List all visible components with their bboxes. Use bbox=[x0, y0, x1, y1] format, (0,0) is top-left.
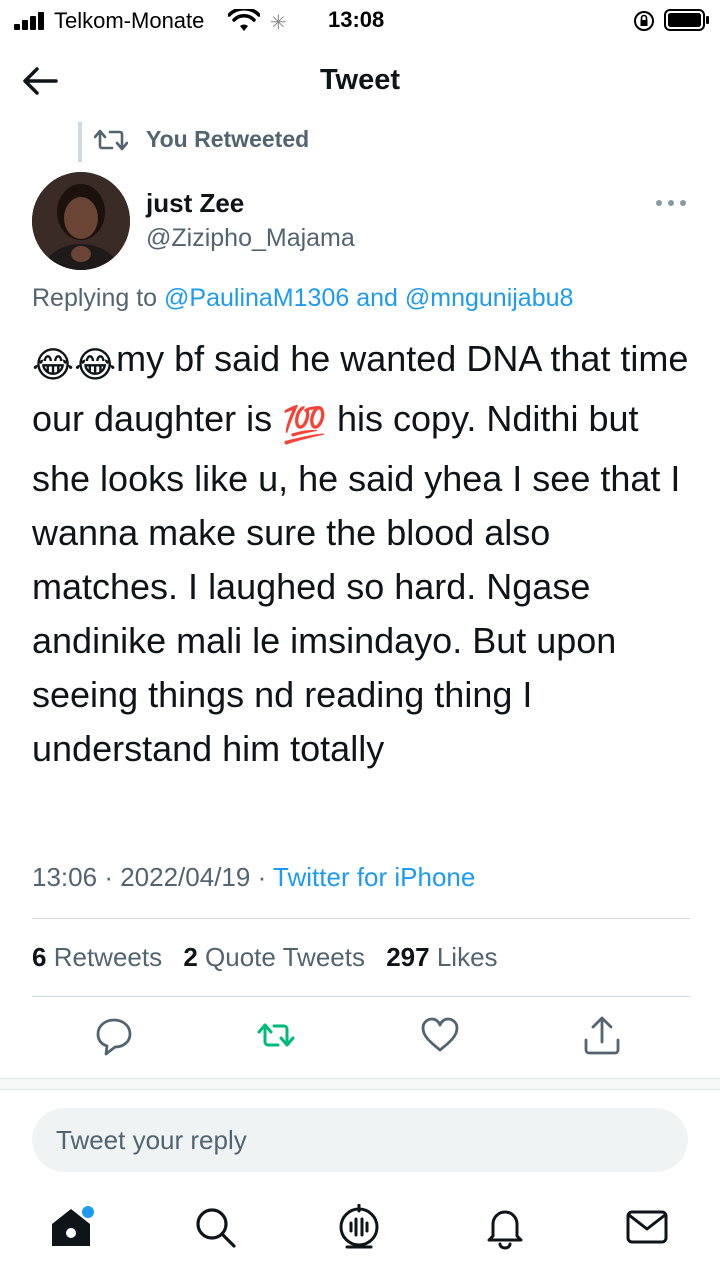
bottom-tab-bar bbox=[0, 1196, 720, 1280]
tweet-action-bar bbox=[0, 1014, 720, 1064]
separator: · bbox=[257, 862, 267, 892]
retweets-label: Retweets bbox=[53, 942, 163, 972]
top-nav-bar: Tweet bbox=[0, 48, 720, 114]
tweet-text-part: his copy. Ndithi but she looks like u, h… bbox=[32, 398, 681, 769]
status-bar: Telkom-Monate ✳ 13:08 bbox=[0, 0, 720, 44]
separator: · bbox=[104, 862, 113, 892]
hundred-emoji: 💯 bbox=[282, 404, 327, 445]
orientation-lock-icon bbox=[634, 11, 654, 31]
quote-tweets-stat[interactable]: 2 Quote Tweets bbox=[183, 942, 365, 972]
page-title: Tweet bbox=[319, 64, 401, 96]
section-divider bbox=[0, 1078, 720, 1090]
battery-icon bbox=[664, 9, 709, 31]
avatar-image bbox=[32, 172, 130, 270]
retweet-context-label: You Retweeted bbox=[146, 126, 310, 152]
mention-link[interactable]: @PaulinaM1306 bbox=[164, 284, 349, 312]
likes-label: Likes bbox=[436, 942, 498, 972]
retweets-count: 6 bbox=[32, 942, 47, 972]
divider bbox=[32, 918, 690, 919]
replying-to-prefix: Replying to bbox=[32, 284, 158, 312]
search-icon[interactable] bbox=[192, 1204, 238, 1250]
tweet-stats: 6 Retweets 2 Quote Tweets 297 Likes bbox=[32, 942, 512, 973]
reply-input[interactable] bbox=[32, 1108, 688, 1172]
mention-conjunction[interactable]: and bbox=[356, 284, 398, 312]
status-time: 13:08 bbox=[328, 7, 385, 32]
tweet-time: 13:06 bbox=[32, 862, 98, 892]
tweet-source-link[interactable]: Twitter for iPhone bbox=[273, 862, 475, 892]
quote-tweets-label: Quote Tweets bbox=[205, 942, 365, 972]
home-notification-dot bbox=[82, 1206, 94, 1218]
likes-stat[interactable]: 297 Likes bbox=[386, 942, 497, 972]
more-options-icon[interactable] bbox=[654, 196, 688, 210]
like-icon[interactable] bbox=[420, 1014, 460, 1058]
spaces-icon[interactable] bbox=[336, 1204, 382, 1250]
tweet-text: 😂😂my bf said he wanted DNA that time our… bbox=[32, 332, 692, 776]
avatar[interactable] bbox=[32, 172, 130, 270]
retweet-context-icon bbox=[94, 129, 128, 151]
carrier-name: Telkom-Monate bbox=[54, 8, 205, 33]
tweet-timestamp: 13:06 · 2022/04/19 · Twitter for iPhone bbox=[32, 862, 475, 893]
replying-to-line: Replying to @PaulinaM1306 and @mngunijab… bbox=[32, 284, 573, 313]
author-display-name[interactable]: just Zee bbox=[146, 188, 244, 219]
retweets-stat[interactable]: 6 Retweets bbox=[32, 942, 162, 972]
mention-link[interactable]: @mngunijabu8 bbox=[405, 284, 574, 312]
thread-line bbox=[78, 122, 82, 162]
tweet-date: 2022/04/19 bbox=[120, 862, 251, 892]
share-icon[interactable] bbox=[582, 1014, 622, 1058]
reply-icon[interactable] bbox=[94, 1014, 134, 1058]
quote-tweets-count: 2 bbox=[183, 942, 198, 972]
messages-icon[interactable] bbox=[624, 1204, 670, 1250]
likes-count: 297 bbox=[386, 942, 430, 972]
notifications-icon[interactable] bbox=[482, 1204, 528, 1250]
signal-strength-icon bbox=[14, 12, 48, 30]
activity-spinner-icon: ✳ bbox=[270, 12, 287, 34]
laughing-emoji: 😂😂 bbox=[32, 344, 117, 385]
divider bbox=[32, 996, 690, 997]
retweet-icon[interactable] bbox=[256, 1014, 296, 1058]
author-handle[interactable]: @Zizipho_Majama bbox=[146, 224, 355, 253]
wifi-icon bbox=[228, 9, 260, 31]
